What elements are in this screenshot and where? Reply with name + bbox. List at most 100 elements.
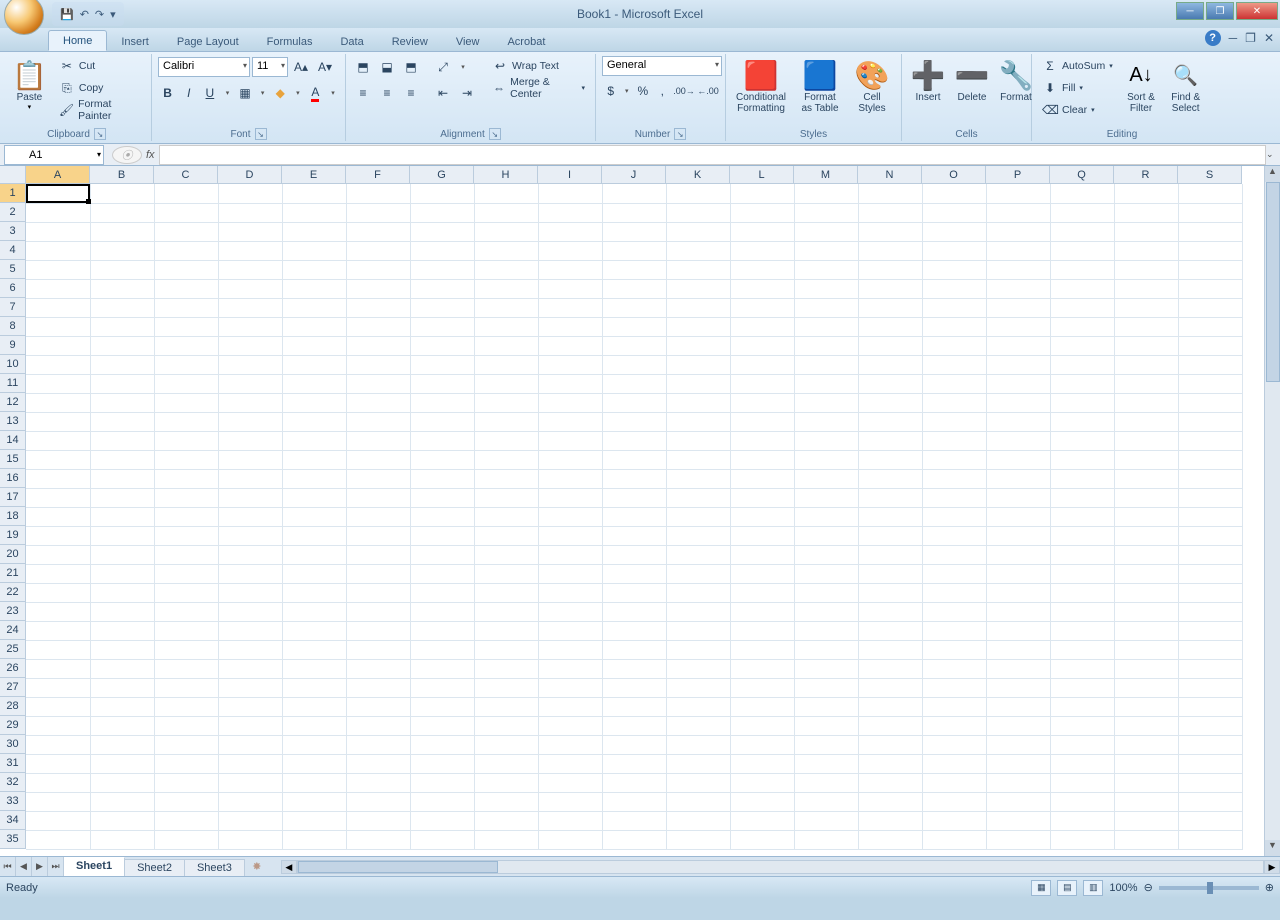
cell[interactable]	[986, 355, 1050, 374]
cell[interactable]	[474, 488, 538, 507]
cell[interactable]	[1114, 355, 1178, 374]
cell[interactable]	[922, 260, 986, 279]
column-header[interactable]: K	[666, 166, 730, 184]
cell[interactable]	[538, 336, 602, 355]
row-header[interactable]: 18	[0, 507, 26, 526]
cell[interactable]	[218, 222, 282, 241]
cell[interactable]	[922, 602, 986, 621]
cell[interactable]	[794, 450, 858, 469]
cell[interactable]	[538, 469, 602, 488]
column-header[interactable]: L	[730, 166, 794, 184]
cell[interactable]	[1178, 203, 1242, 222]
cell[interactable]	[730, 431, 794, 450]
cell[interactable]	[1114, 507, 1178, 526]
cell[interactable]	[26, 222, 90, 241]
cell[interactable]	[1114, 241, 1178, 260]
cell[interactable]	[218, 279, 282, 298]
fill-button[interactable]: ⬇Fill▾	[1038, 78, 1117, 98]
cell[interactable]	[218, 678, 282, 697]
row-header[interactable]: 24	[0, 621, 26, 640]
cell[interactable]	[986, 564, 1050, 583]
cell[interactable]	[1114, 830, 1178, 849]
tab-acrobat[interactable]: Acrobat	[493, 32, 559, 51]
cell[interactable]	[154, 697, 218, 716]
row-header[interactable]: 31	[0, 754, 26, 773]
cell[interactable]	[474, 279, 538, 298]
cell[interactable]	[26, 640, 90, 659]
cell[interactable]	[986, 602, 1050, 621]
cell[interactable]	[858, 393, 922, 412]
cell[interactable]	[858, 640, 922, 659]
cell[interactable]	[602, 431, 666, 450]
cell[interactable]	[1114, 754, 1178, 773]
column-header[interactable]: J	[602, 166, 666, 184]
decrease-decimal-button[interactable]: ←.00	[697, 80, 719, 102]
cell[interactable]	[474, 374, 538, 393]
cell[interactable]	[794, 811, 858, 830]
cell[interactable]	[986, 830, 1050, 849]
cell[interactable]	[986, 317, 1050, 336]
cell[interactable]	[346, 488, 410, 507]
cell[interactable]	[986, 526, 1050, 545]
cell[interactable]	[474, 241, 538, 260]
cell[interactable]	[922, 621, 986, 640]
cell[interactable]	[602, 184, 666, 203]
cell[interactable]	[26, 298, 90, 317]
column-header[interactable]: D	[218, 166, 282, 184]
cell[interactable]	[538, 203, 602, 222]
cell[interactable]	[346, 431, 410, 450]
cell[interactable]	[730, 279, 794, 298]
cell[interactable]	[666, 621, 730, 640]
cell[interactable]	[474, 412, 538, 431]
cell[interactable]	[986, 374, 1050, 393]
cell[interactable]	[282, 564, 346, 583]
cell[interactable]	[666, 716, 730, 735]
cell[interactable]	[1178, 355, 1242, 374]
sort-filter-button[interactable]: A↓Sort & Filter	[1121, 56, 1162, 127]
cell[interactable]	[794, 735, 858, 754]
cell[interactable]	[986, 754, 1050, 773]
cell[interactable]	[90, 298, 154, 317]
cell[interactable]	[794, 374, 858, 393]
cell[interactable]	[1050, 545, 1114, 564]
cell[interactable]	[538, 583, 602, 602]
cell[interactable]	[538, 602, 602, 621]
font-launcher[interactable]: ↘	[255, 128, 267, 140]
cell[interactable]	[858, 298, 922, 317]
cell[interactable]	[1178, 792, 1242, 811]
cell[interactable]	[282, 450, 346, 469]
cell[interactable]	[410, 640, 474, 659]
cell[interactable]	[730, 773, 794, 792]
cell[interactable]	[410, 355, 474, 374]
cell[interactable]	[90, 241, 154, 260]
cell[interactable]	[218, 583, 282, 602]
cell[interactable]	[730, 222, 794, 241]
cell[interactable]	[1114, 716, 1178, 735]
cell[interactable]	[858, 412, 922, 431]
cell[interactable]	[986, 583, 1050, 602]
autosum-button[interactable]: ΣAutoSum▾	[1038, 56, 1117, 76]
zoom-level[interactable]: 100%	[1109, 882, 1137, 894]
cell[interactable]	[986, 222, 1050, 241]
cell[interactable]	[794, 659, 858, 678]
cell[interactable]	[922, 241, 986, 260]
cell[interactable]	[90, 621, 154, 640]
cell[interactable]	[858, 355, 922, 374]
select-all-corner[interactable]	[0, 166, 26, 184]
cell[interactable]	[474, 298, 538, 317]
cut-button[interactable]: ✂Cut	[55, 56, 145, 76]
cell[interactable]	[26, 830, 90, 849]
cell[interactable]	[858, 336, 922, 355]
cell[interactable]	[1114, 602, 1178, 621]
cell[interactable]	[666, 697, 730, 716]
currency-button[interactable]: $	[602, 80, 619, 102]
cell[interactable]	[218, 355, 282, 374]
cell[interactable]	[1114, 773, 1178, 792]
cell[interactable]	[730, 811, 794, 830]
cell[interactable]	[410, 412, 474, 431]
clear-button[interactable]: ⌫Clear▾	[1038, 100, 1117, 120]
cell[interactable]	[474, 355, 538, 374]
cell[interactable]	[154, 754, 218, 773]
cell[interactable]	[666, 355, 730, 374]
cell[interactable]	[1114, 583, 1178, 602]
